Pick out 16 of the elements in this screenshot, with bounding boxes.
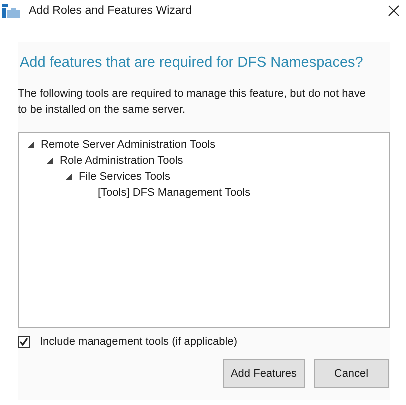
checkbox[interactable] bbox=[18, 336, 30, 348]
add-features-button[interactable]: Add Features bbox=[223, 359, 305, 388]
tree-item[interactable]: Remote Server Administration Tools bbox=[41, 139, 216, 151]
checkbox-label: Include management tools (if applicable) bbox=[40, 336, 238, 348]
server-manager-icon bbox=[1, 3, 21, 19]
expanded-triangle-icon[interactable] bbox=[65, 173, 73, 181]
tree-item[interactable]: File Services Tools bbox=[79, 171, 170, 183]
expanded-triangle-icon[interactable] bbox=[46, 157, 54, 165]
window-title: Add Roles and Features Wizard bbox=[29, 5, 193, 17]
dialog-heading: Add features that are required for DFS Namespaces? bbox=[20, 54, 364, 73]
cancel-button[interactable]: Cancel bbox=[314, 359, 389, 388]
description-text: The following tools are required to manage this feature, but do not have to be installed on the same server. bbox=[18, 87, 367, 118]
tree-item[interactable]: Role Administration Tools bbox=[60, 155, 184, 167]
expanded-triangle-icon[interactable] bbox=[27, 141, 35, 149]
close-icon[interactable] bbox=[388, 5, 400, 17]
tree-item[interactable]: [Tools] DFS Management Tools bbox=[98, 187, 251, 199]
